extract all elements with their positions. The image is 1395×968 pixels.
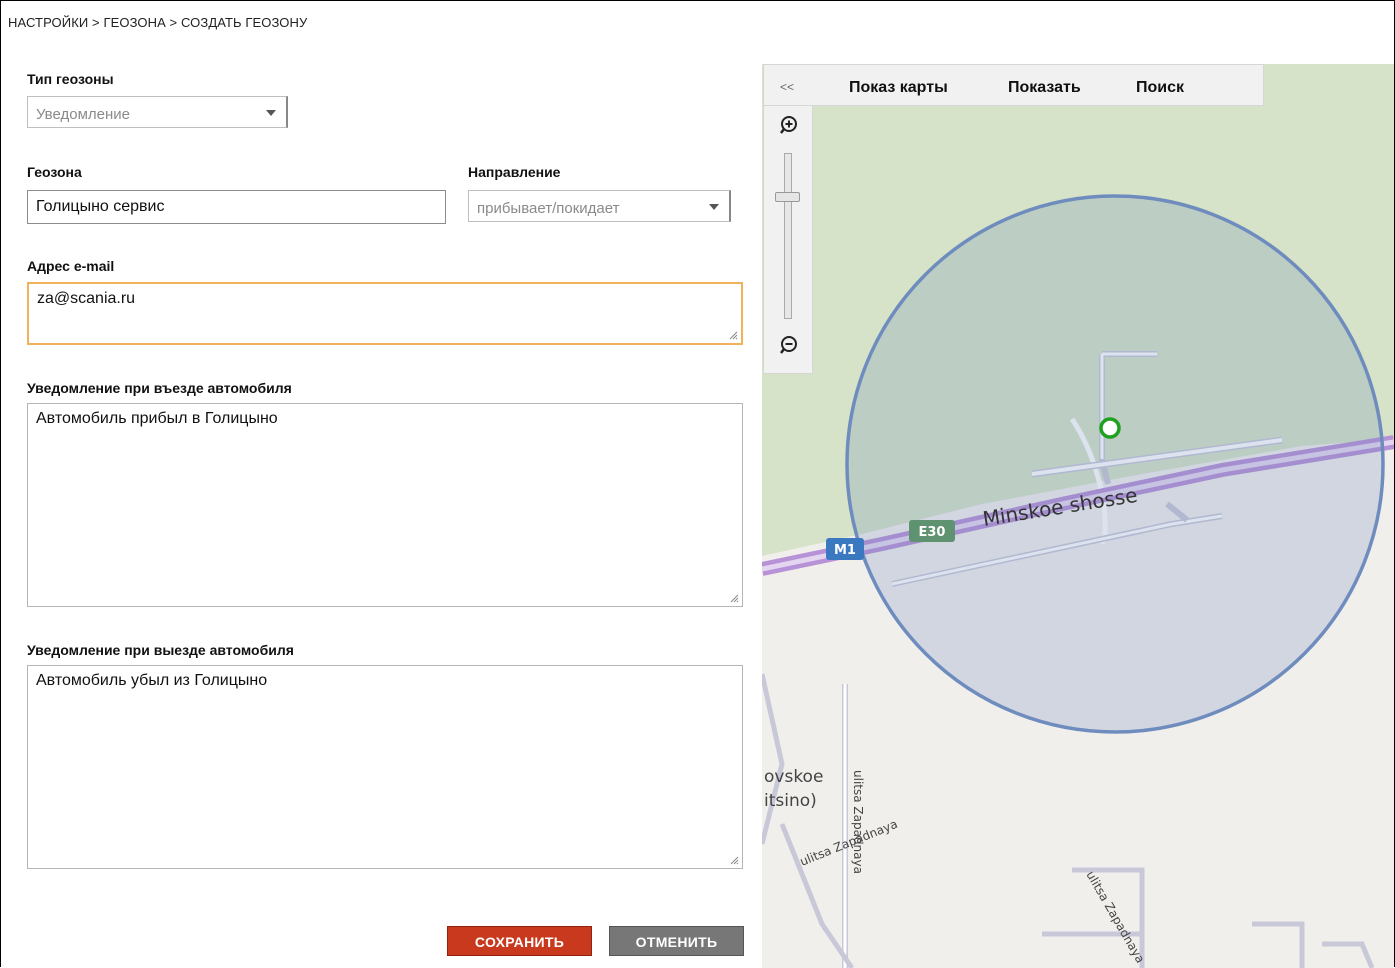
geozone-label: Геозона — [27, 164, 82, 180]
direction-value: прибывает/покидает — [477, 200, 620, 217]
exit-notice-value: Автомобиль убыл из Голицыно — [36, 672, 268, 689]
entry-notice-value: Автомобиль прибыл в Голицыно — [36, 410, 278, 427]
geozone-type-select[interactable]: Уведомление — [27, 96, 288, 128]
tab-show-map[interactable]: Показ карты — [849, 79, 948, 97]
map-view[interactable]: M1 E30 Minskoe shosse ovskoe itsino) uli… — [762, 64, 1394, 968]
resize-handle-icon[interactable] — [730, 594, 739, 603]
chevron-down-icon — [266, 110, 276, 116]
zoom-slider-track[interactable] — [784, 153, 792, 319]
breadcrumb: НАСТРОЙКИ > ГЕОЗОНА > СОЗДАТЬ ГЕОЗОНУ — [8, 15, 308, 30]
map-canvas: M1 E30 Minskoe shosse ovskoe itsino) uli… — [762, 64, 1394, 968]
tab-show[interactable]: Показать — [1008, 79, 1081, 97]
geofence-circle — [845, 194, 1385, 734]
zoom-controls — [763, 106, 813, 374]
entry-notice-textarea[interactable]: Автомобиль прибыл в Голицыно — [27, 403, 743, 607]
email-field[interactable]: za@scania.ru — [27, 282, 743, 345]
geozone-type-value: Уведомление — [36, 106, 131, 123]
place-label-1: ovskoe — [764, 767, 823, 787]
save-button[interactable]: СОХРАНИТЬ — [447, 926, 592, 956]
place-label-2: itsino) — [764, 791, 817, 811]
geofence-center-marker — [1099, 417, 1121, 439]
direction-select[interactable]: прибывает/покидает — [468, 190, 731, 222]
street-label-3: ulitsa Zapadnaya — [1083, 869, 1147, 966]
direction-label: Направление — [468, 164, 561, 180]
resize-handle-icon[interactable] — [730, 856, 739, 865]
exit-notice-textarea[interactable]: Автомобиль убыл из Голицыно — [27, 665, 743, 869]
geozone-input[interactable]: Голицыно сервис — [27, 190, 446, 224]
entry-notice-label: Уведомление при въезде автомобиля — [27, 380, 292, 396]
zoom-out-icon[interactable] — [778, 334, 800, 356]
zoom-in-icon[interactable] — [778, 114, 800, 136]
collapse-toolbar-button[interactable]: << — [780, 80, 794, 94]
exit-notice-label: Уведомление при выезде автомобиля — [27, 642, 294, 658]
geozone-type-label: Тип геозоны — [27, 71, 114, 87]
zoom-slider-handle[interactable] — [775, 192, 800, 202]
street-label-2: ulitsa Zapadnaya — [798, 817, 900, 869]
map-toolbar: << Показ карты Показать Поиск — [763, 64, 1264, 106]
email-label: Адрес e-mail — [27, 258, 115, 274]
street-label-1: ulitsa Zapadnaya — [851, 770, 865, 874]
cancel-button[interactable]: ОТМЕНИТЬ — [609, 926, 744, 956]
m1-shield-text: M1 — [834, 543, 856, 558]
email-value: za@scania.ru — [37, 290, 136, 307]
e30-shield-text: E30 — [919, 525, 946, 540]
chevron-down-icon — [709, 204, 719, 210]
tab-search[interactable]: Поиск — [1136, 79, 1184, 97]
resize-handle-icon[interactable] — [729, 331, 738, 340]
